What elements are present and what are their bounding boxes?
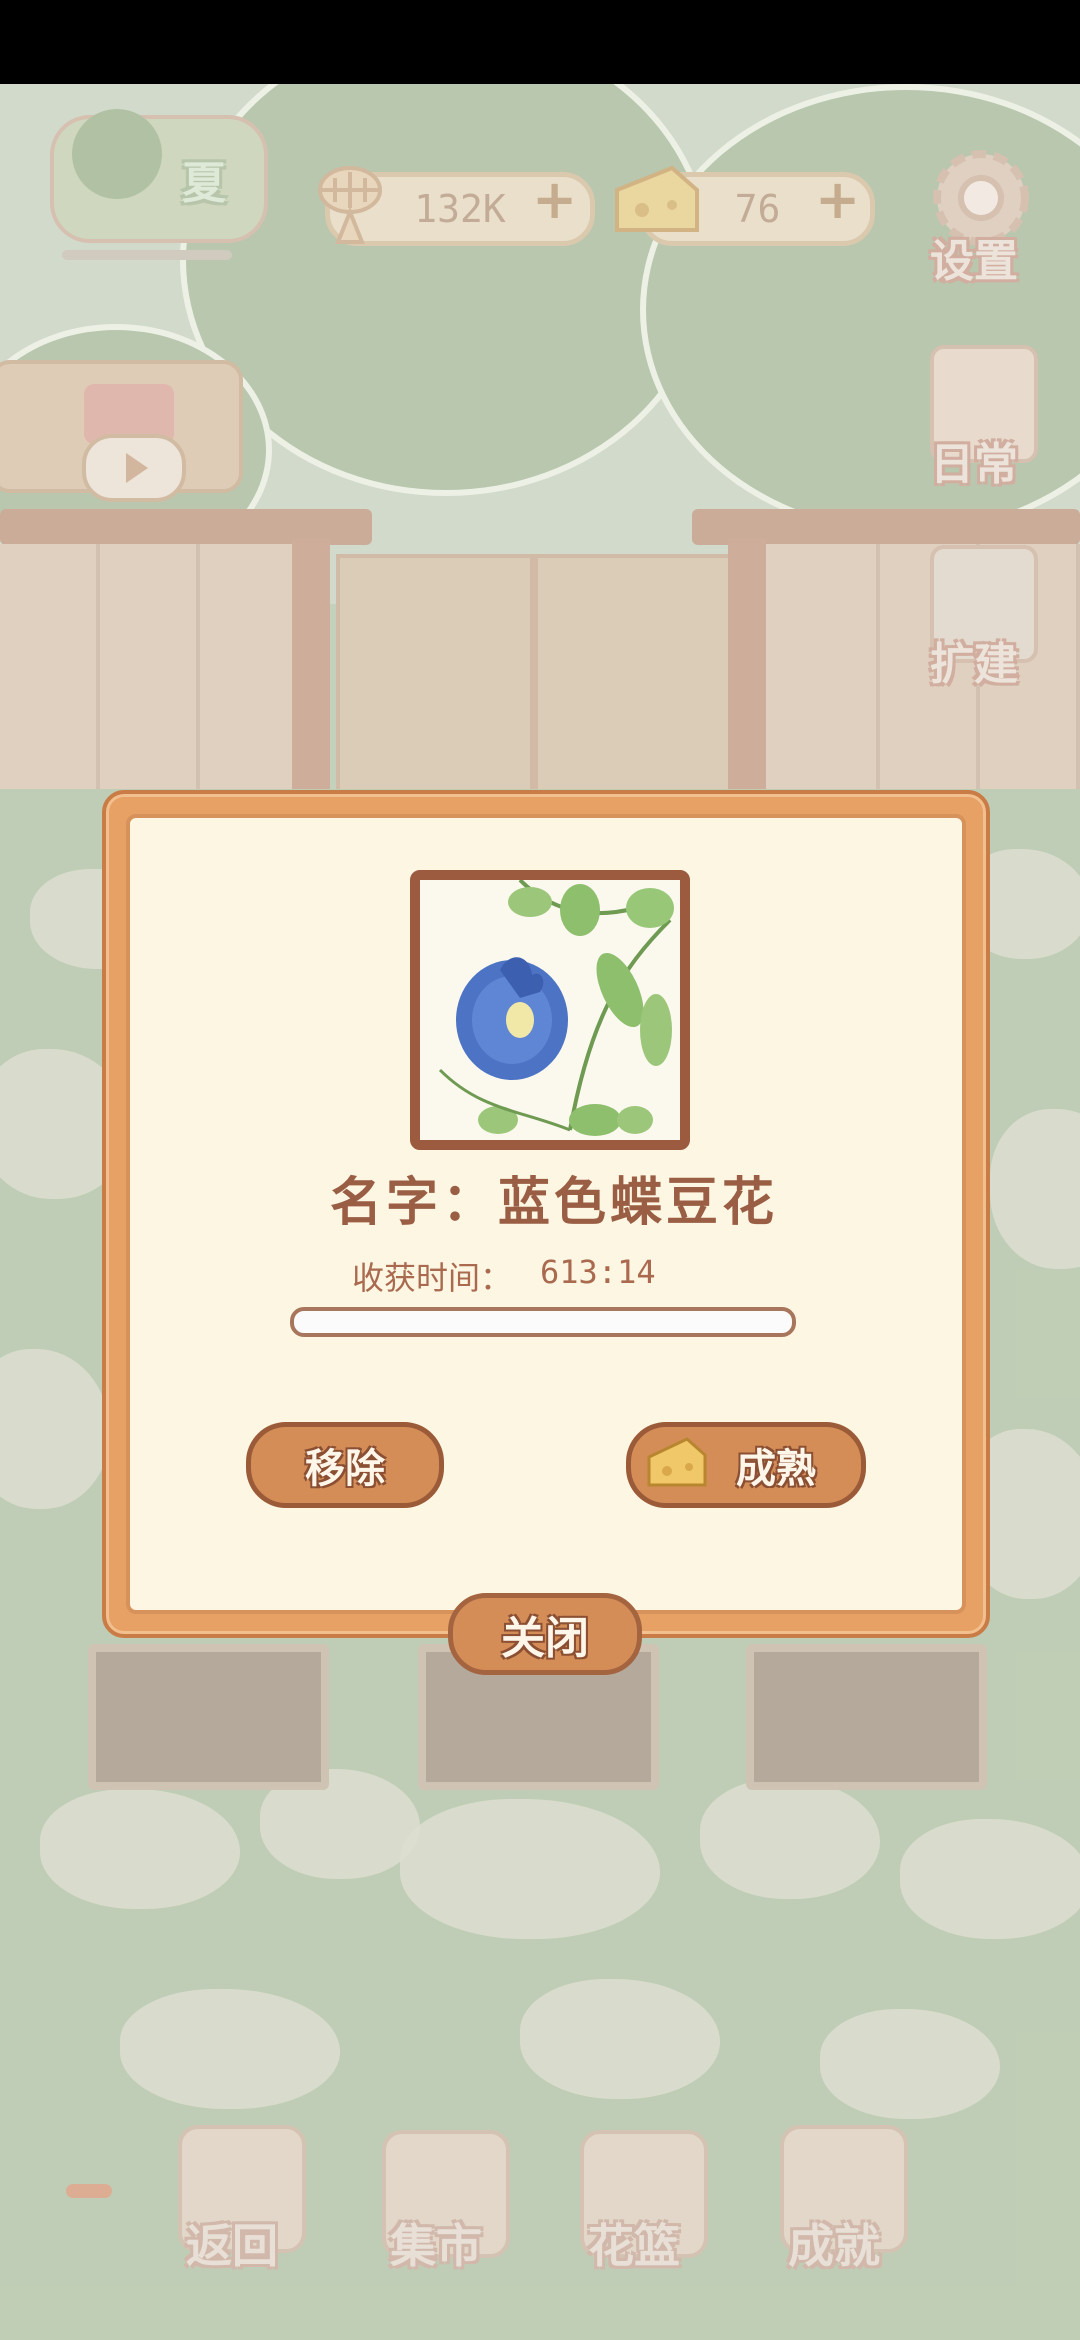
harvest-time-value: 613:14	[540, 1253, 656, 1291]
remove-button-label: 移除	[305, 1446, 385, 1492]
remove-button[interactable]: 移除	[246, 1422, 444, 1508]
mature-button-label: 成熟	[736, 1446, 816, 1492]
mature-button[interactable]: 成熟	[626, 1422, 866, 1508]
close-button-label: 关闭	[501, 1613, 589, 1664]
plant-name: 名字：蓝色蝶豆花	[330, 1173, 779, 1233]
harvest-time-label: 收获时间：	[352, 1259, 513, 1297]
butterfly-pea-flower-icon	[420, 880, 680, 1140]
close-button[interactable]: 关闭	[448, 1593, 642, 1675]
cheese-icon	[645, 1433, 709, 1493]
plant-portrait	[410, 870, 690, 1150]
harvest-progress-bar	[290, 1307, 796, 1337]
